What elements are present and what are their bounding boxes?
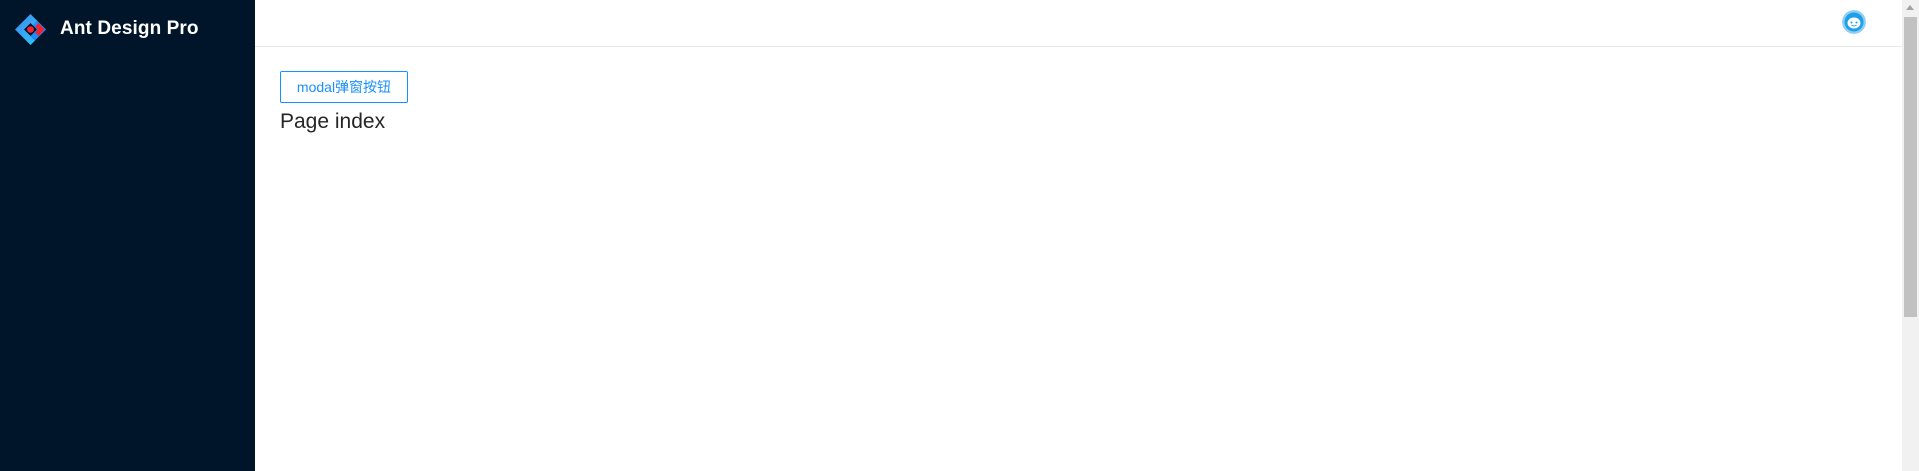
ant-design-logo-icon (14, 13, 47, 46)
user-avatar-icon[interactable] (1842, 10, 1866, 34)
page-title: Page index (280, 110, 386, 133)
scrollbar-thumb[interactable] (1904, 17, 1917, 317)
vertical-scrollbar[interactable] (1902, 0, 1919, 471)
top-header (255, 0, 1902, 47)
app-title: Ant Design Pro (60, 18, 199, 39)
page-content: modal弹窗按钮 Page index (280, 71, 408, 136)
modal-open-button[interactable]: modal弹窗按钮 (280, 71, 408, 103)
scroll-up-arrow-icon[interactable] (1906, 5, 1914, 10)
logo[interactable]: Ant Design Pro (14, 13, 199, 45)
app-layout: Ant Design Pro modal弹窗按钮 Page index (0, 0, 1919, 471)
sidebar: Ant Design Pro (0, 0, 255, 471)
main-area: modal弹窗按钮 Page index (255, 0, 1919, 471)
